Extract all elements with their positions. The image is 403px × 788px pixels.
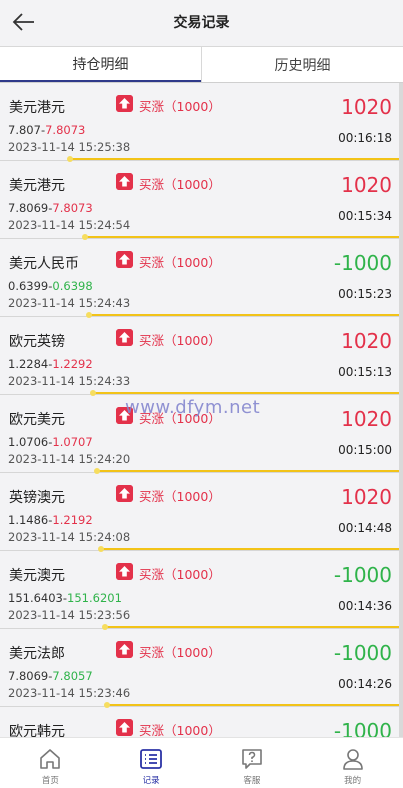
order-progress-fill [97, 470, 403, 472]
arrow-up-icon [116, 719, 133, 736]
order-pair: 欧元韩元 [9, 724, 65, 737]
tabbar-item-support[interactable]: 客服 [202, 738, 303, 788]
arrow-up-icon [116, 95, 133, 112]
order-row[interactable]: 欧元韩元 买涨（1000） -1000 [0, 707, 403, 737]
order-direction: 买涨（1000） [139, 723, 221, 737]
order-countdown: 00:15:23 [338, 287, 392, 301]
order-direction: 买涨（1000） [139, 567, 221, 582]
order-direction: 买涨（1000） [139, 99, 221, 114]
order-direction: 买涨（1000） [139, 255, 221, 270]
tab-bar: 持仓明细 历史明细 [0, 46, 403, 83]
order-progress-fill [101, 548, 403, 550]
order-amount: 1020 [341, 173, 392, 197]
order-date: 2023-11-14 15:24:08 [8, 530, 131, 544]
order-progress-fill [107, 704, 403, 706]
order-row[interactable]: 美元港元 买涨（1000） 7.8069-7.8073 2023-11-14 1… [0, 161, 403, 240]
order-prices: 7.8069-7.8073 [8, 201, 93, 215]
order-countdown: 00:15:00 [338, 443, 392, 457]
order-amount: 1020 [341, 329, 392, 353]
order-prices: 1.2284-1.2292 [8, 357, 93, 371]
order-direction: 买涨（1000） [139, 489, 221, 504]
order-amount: -1000 [333, 251, 392, 275]
arrow-up-icon [116, 251, 133, 268]
tabbar-label-support: 客服 [243, 776, 261, 786]
order-countdown: 00:14:48 [338, 521, 392, 535]
order-row[interactable]: 英镑澳元 买涨（1000） 1.1486-1.2192 2023-11-14 1… [0, 473, 403, 552]
order-prices: 0.6399-0.6398 [8, 279, 93, 293]
back-arrow-icon[interactable] [10, 8, 38, 36]
order-date: 2023-11-14 15:23:56 [8, 608, 131, 622]
arrow-up-icon [116, 173, 133, 190]
order-prices: 7.8069-7.8057 [8, 669, 93, 683]
order-pair: 美元港元 [9, 178, 65, 194]
order-row[interactable]: 美元澳元 买涨（1000） 151.6403-151.6201 2023-11-… [0, 551, 403, 630]
arrow-up-icon [116, 485, 133, 502]
tabbar-label-records: 记录 [142, 776, 160, 786]
order-progress-fill [85, 236, 403, 238]
user-icon [342, 749, 363, 770]
tab-positions[interactable]: 持仓明细 [0, 46, 201, 82]
arrow-up-icon [116, 641, 133, 658]
order-prices: 151.6403-151.6201 [8, 591, 122, 605]
order-progress-fill [93, 392, 403, 394]
order-date: 2023-11-14 15:24:20 [8, 452, 131, 466]
tabbar-item-home[interactable]: 首页 [0, 738, 101, 788]
bottom-tab-bar: 首页 记录 客服 我的 [0, 737, 403, 788]
order-pair: 英镑澳元 [9, 490, 65, 506]
order-date: 2023-11-14 15:24:33 [8, 374, 131, 388]
order-countdown: 00:15:13 [338, 365, 392, 379]
watermark: www.dfym.net [125, 397, 261, 418]
order-countdown: 00:14:36 [338, 599, 392, 613]
order-progress-fill [105, 626, 403, 628]
order-progress-fill [89, 314, 403, 316]
order-direction: 买涨（1000） [139, 645, 221, 660]
order-pair: 美元人民币 [9, 256, 79, 272]
order-prices: 1.1486-1.2192 [8, 513, 93, 527]
order-prices: 1.0706-1.0707 [8, 435, 93, 449]
order-date: 2023-11-14 15:24:54 [8, 218, 131, 232]
tab-history[interactable]: 历史明细 [201, 46, 403, 82]
order-date: 2023-11-14 15:24:43 [8, 296, 131, 310]
list-icon [140, 749, 163, 769]
order-pair: 欧元英镑 [9, 334, 65, 350]
tabbar-label-mine: 我的 [344, 776, 362, 786]
tabbar-item-mine[interactable]: 我的 [302, 738, 403, 788]
order-row[interactable]: 美元港元 买涨（1000） 7.807-7.8073 2023-11-14 15… [0, 83, 403, 162]
order-progress-fill [70, 158, 403, 160]
order-prices: 7.807-7.8073 [8, 123, 86, 137]
arrow-up-icon [116, 329, 133, 346]
order-countdown: 00:16:18 [338, 131, 392, 145]
order-pair: 欧元美元 [9, 412, 65, 428]
order-amount: 1020 [341, 485, 392, 509]
order-direction: 买涨（1000） [139, 333, 221, 348]
order-amount: -1000 [333, 641, 392, 665]
order-row[interactable]: 美元法郎 买涨（1000） 7.8069-7.8057 2023-11-14 1… [0, 629, 403, 708]
order-row[interactable]: 欧元英镑 买涨（1000） 1.2284-1.2292 2023-11-14 1… [0, 317, 403, 396]
tabbar-item-records[interactable]: 记录 [101, 738, 202, 788]
order-row[interactable]: 美元人民币 买涨（1000） 0.6399-0.6398 2023-11-14 … [0, 239, 403, 318]
order-pair: 美元澳元 [9, 568, 65, 584]
tabbar-label-home: 首页 [41, 776, 59, 786]
arrow-up-icon [116, 563, 133, 580]
order-pair: 美元法郎 [9, 646, 65, 662]
order-pair: 美元港元 [9, 100, 65, 116]
order-countdown: 00:14:26 [338, 677, 392, 691]
order-date: 2023-11-14 15:23:46 [8, 686, 131, 700]
order-direction: 买涨（1000） [139, 177, 221, 192]
help-chat-icon [242, 749, 262, 769]
scrollbar[interactable] [399, 83, 403, 737]
order-amount: 1020 [341, 407, 392, 431]
home-icon [40, 749, 61, 769]
page-title: 交易记录 [173, 15, 230, 31]
order-amount: -1000 [333, 719, 392, 737]
order-amount: -1000 [333, 563, 392, 587]
order-amount: 1020 [341, 95, 392, 119]
order-countdown: 00:15:34 [338, 209, 392, 223]
header-bar: 交易记录 [0, 0, 403, 44]
order-date: 2023-11-14 15:25:38 [8, 140, 131, 154]
